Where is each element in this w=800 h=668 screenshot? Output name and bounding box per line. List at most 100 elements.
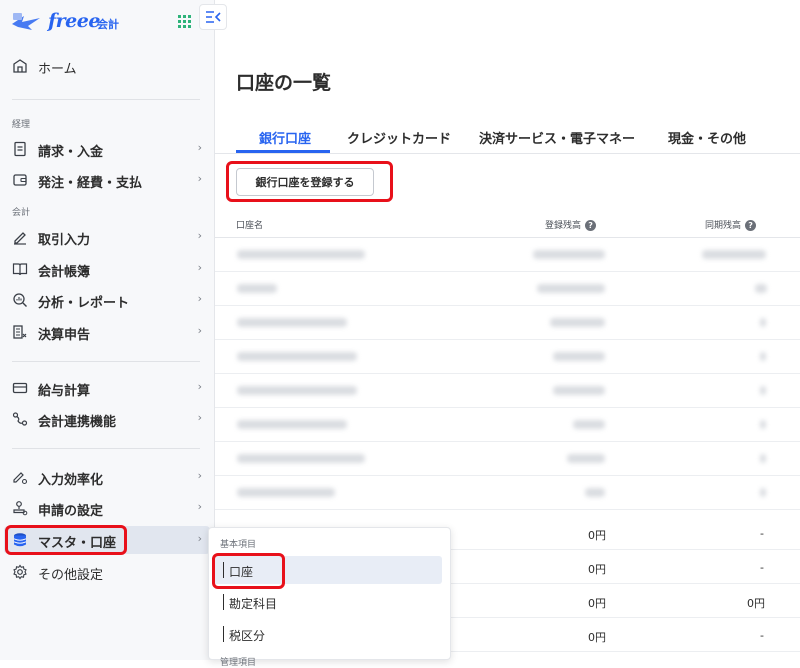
sidebar-item-label: 請求・入金 (38, 145, 104, 160)
stamp-gear-icon (13, 501, 28, 516)
redacted-text (760, 386, 766, 395)
chevron-right-icon: › (197, 411, 202, 424)
redacted-text (760, 488, 766, 497)
sidebar-divider (12, 99, 200, 100)
help-icon[interactable]: ? (745, 220, 757, 231)
pen-icon (14, 232, 26, 245)
registered-balance: 0円 (588, 631, 606, 644)
redacted-text (237, 420, 347, 429)
tab-credit-cards[interactable]: クレジットカード (347, 128, 451, 147)
tab-bank-accounts[interactable]: 銀行口座 (259, 128, 311, 147)
pen-gear-icon (13, 472, 28, 485)
chevron-right-icon: › (197, 324, 202, 337)
sidebar-item-tax-filing[interactable]: 決算申告 › (4, 318, 210, 346)
tab-cash-other[interactable]: 現金・その他 (668, 128, 746, 147)
redacted-text (237, 386, 357, 395)
column-header-label: 同期残高 (705, 221, 742, 231)
help-icon[interactable]: ? (585, 220, 597, 231)
chevron-right-icon: › (197, 261, 202, 274)
table-row[interactable] (215, 238, 800, 272)
gear-icon (13, 564, 27, 580)
chevron-right-icon: › (197, 292, 202, 305)
chevron-right-icon: › (197, 469, 202, 482)
sidebar-item-payroll[interactable]: 給与計算 › (4, 374, 210, 402)
chevron-right-icon: › (197, 172, 202, 185)
redacted-text (237, 488, 335, 497)
sidebar-item-transaction-entry[interactable]: 取引入力 › (4, 223, 210, 251)
home-icon (13, 59, 27, 73)
column-header-name: 口座名 (236, 221, 264, 231)
card-icon (12, 382, 28, 394)
redacted-text (550, 318, 605, 327)
synced-balance: - (760, 561, 764, 574)
synced-balance: 0円 (747, 597, 765, 610)
table-row[interactable] (215, 442, 800, 476)
chevron-right-icon: › (197, 229, 202, 242)
redacted-text (702, 250, 766, 259)
redacted-text (553, 386, 605, 395)
sidebar-item-label: 会計帳簿 (38, 265, 91, 280)
table-header: 口座名 登録残高? 同期残高? (215, 212, 800, 238)
highlight-annotation (5, 525, 127, 555)
sidebar-item-ledger[interactable]: 会計帳簿 › (4, 255, 210, 283)
synced-balance: - (760, 527, 764, 540)
submenu-item-label: 勘定科目 (229, 597, 278, 611)
app-grid-icon[interactable] (178, 15, 192, 29)
registered-balance: 0円 (588, 563, 606, 576)
table-row[interactable] (215, 306, 800, 340)
submenu-item-account-titles[interactable]: 勘定科目 (213, 588, 442, 616)
redacted-text (237, 318, 347, 327)
sidebar-item-invoice[interactable]: 請求・入金 › (4, 135, 210, 163)
app-logo[interactable]: freee 会計 (10, 8, 210, 36)
sidebar-item-approval-settings[interactable]: 申請の設定 › (4, 494, 210, 522)
redacted-text (760, 420, 766, 429)
sidebar-item-reports[interactable]: 分析・レポート › (4, 286, 210, 314)
redacted-text (237, 352, 357, 361)
logo-subtitle: 会計 (97, 18, 119, 31)
sidebar-item-other-settings[interactable]: その他設定 (4, 558, 210, 586)
synced-balance: - (760, 629, 764, 642)
chevron-right-icon: › (197, 500, 202, 513)
logo-text: freee (48, 10, 100, 32)
registered-balance: 0円 (588, 597, 606, 610)
redacted-text (760, 352, 766, 361)
sidebar: freee 会計 ホーム 経理 請求・入金 › 発注・経費・支払 › 会計 取引… (0, 0, 227, 660)
tab-payment-services[interactable]: 決済サービス・電子マネー (479, 128, 635, 147)
submenu-item-tax-categories[interactable]: 税区分 (213, 620, 442, 648)
redacted-text (533, 250, 605, 259)
table-row[interactable] (215, 408, 800, 442)
item-marker (223, 626, 224, 642)
sidebar-item-label: 取引入力 (38, 233, 91, 248)
sidebar-item-label: 決算申告 (38, 328, 91, 343)
sidebar-item-home[interactable]: ホーム (4, 52, 210, 80)
redacted-text (237, 454, 365, 463)
redacted-text (760, 454, 766, 463)
link-path-icon (12, 412, 28, 426)
sidebar-item-label: その他設定 (38, 568, 104, 583)
redacted-text (585, 488, 605, 497)
chevron-right-icon: › (197, 532, 202, 545)
table-row[interactable] (215, 476, 800, 510)
redacted-text (755, 284, 767, 293)
sidebar-item-label: 申請の設定 (38, 504, 104, 519)
sidebar-item-input-efficiency[interactable]: 入力効率化 › (4, 463, 210, 491)
table-row[interactable] (215, 374, 800, 408)
sidebar-divider (12, 361, 200, 362)
magnifier-chart-icon (13, 293, 27, 307)
sidebar-item-purchase[interactable]: 発注・経費・支払 › (4, 166, 210, 194)
redacted-text (567, 454, 605, 463)
sidebar-item-integrations[interactable]: 会計連携機能 › (4, 405, 210, 433)
column-header-registered-balance: 登録残高? (545, 218, 597, 231)
tab-divider (215, 153, 800, 154)
submenu-item-label: 税区分 (229, 629, 266, 643)
registered-balance: 0円 (588, 529, 606, 542)
table-row[interactable] (215, 272, 800, 306)
master-submenu: 基本項目 口座 勘定科目 税区分 管理項目 (208, 527, 451, 668)
table-row[interactable] (215, 340, 800, 374)
redacted-text (573, 420, 605, 429)
redacted-text (237, 250, 365, 259)
sidebar-collapse-button[interactable] (199, 4, 227, 30)
sidebar-item-label: 会計連携機能 (38, 415, 117, 430)
highlight-annotation (226, 161, 393, 202)
sidebar-item-label: ホーム (38, 62, 77, 77)
